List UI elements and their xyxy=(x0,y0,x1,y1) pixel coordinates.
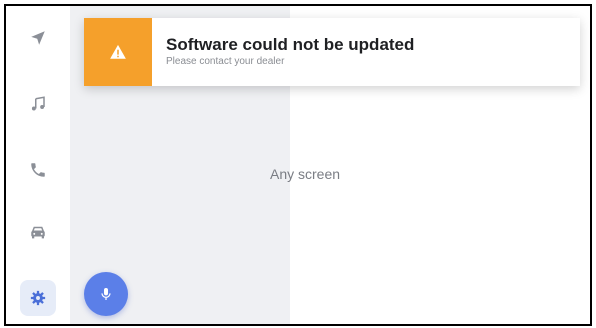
screen-label: Any screen xyxy=(270,166,341,182)
sidebar-item-music[interactable] xyxy=(20,86,56,122)
gear-icon xyxy=(30,290,46,306)
sidebar-item-navigation[interactable] xyxy=(20,20,56,56)
sidebar xyxy=(6,6,70,324)
navigation-arrow-icon xyxy=(31,31,45,45)
sidebar-item-vehicle[interactable] xyxy=(20,214,56,250)
notification-title: Software could not be updated xyxy=(166,35,415,54)
voice-assistant-button[interactable] xyxy=(84,272,128,316)
phone-icon xyxy=(31,163,45,177)
screen-frame: Any screen Software could not be updated… xyxy=(4,4,592,326)
notification-text: Software could not be updated Please con… xyxy=(152,35,414,69)
notification-subtitle: Please contact your dealer xyxy=(166,56,285,67)
warning-triangle-icon xyxy=(110,44,126,59)
sidebar-item-phone[interactable] xyxy=(20,152,56,188)
microphone-icon xyxy=(101,288,111,300)
car-icon xyxy=(31,226,45,239)
music-note-icon xyxy=(31,96,45,111)
notification-banner[interactable]: Software could not be updated Please con… xyxy=(84,18,580,86)
sidebar-item-settings[interactable] xyxy=(20,280,56,316)
warning-block xyxy=(84,18,152,86)
